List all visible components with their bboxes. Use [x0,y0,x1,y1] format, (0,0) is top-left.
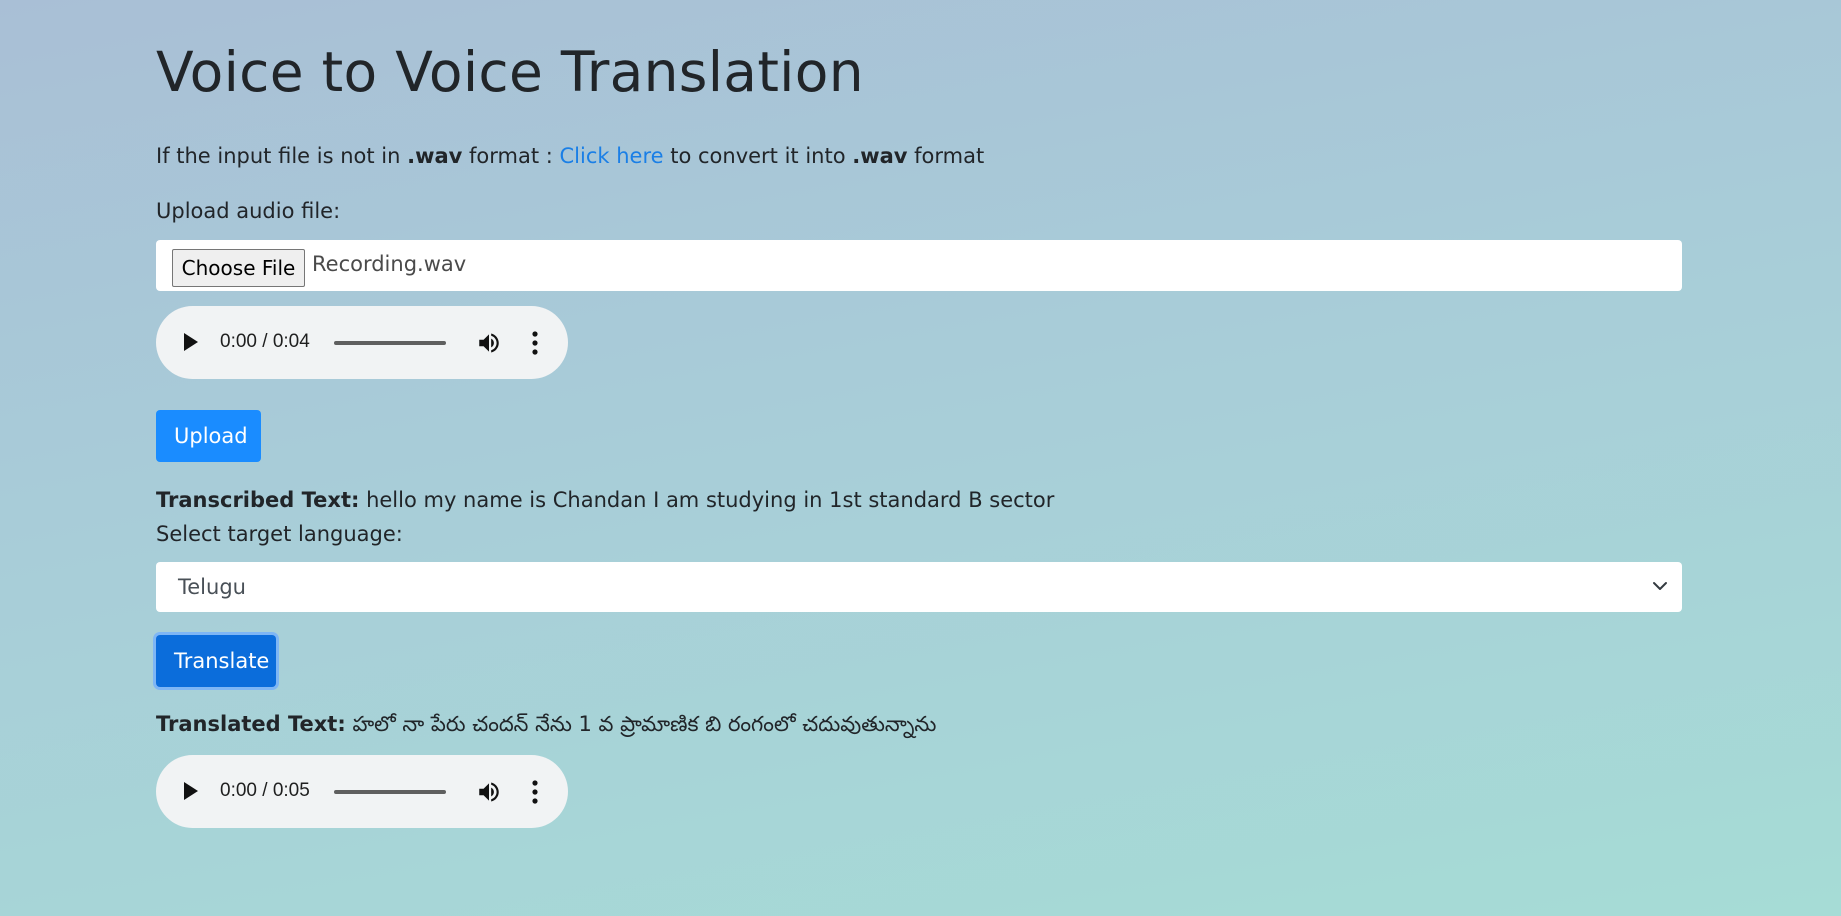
language-select[interactable]: Telugu [156,562,1682,612]
translate-button[interactable]: Translate [156,635,276,687]
volume-icon[interactable] [476,330,502,356]
info-prefix: If the input file is not in [156,144,408,168]
info-format-2: .wav [852,144,908,168]
translation-text: హలో నా పేరు చందన్ నేను 1 వ ప్రామాణిక బి … [352,712,937,736]
format-info: If the input file is not in .wav format … [156,144,984,168]
page-title: Voice to Voice Translation [156,40,864,104]
upload-label: Upload audio file: [156,199,341,223]
info-suffix: format [907,144,985,168]
more-vertical-icon[interactable] [530,779,540,805]
translation-row: Translated Text: హలో నా పేరు చందన్ నేను … [156,712,936,742]
info-after-link: to convert it into [663,144,853,168]
convert-link[interactable]: Click here [560,144,664,168]
chevron-down-icon [1653,582,1667,590]
info-format-1: .wav [407,144,463,168]
selected-file-name: Recording.wav [312,252,467,276]
play-icon[interactable] [184,333,198,351]
transcription-text: hello my name is Chandan I am studying i… [366,488,1055,512]
volume-icon[interactable] [476,779,502,805]
language-selected-value: Telugu [178,575,246,599]
audio-time: 0:00 / 0:05 [220,780,310,801]
translation-label: Translated Text: [156,712,346,736]
audio-time: 0:00 / 0:04 [220,331,310,352]
input-audio-player[interactable]: 0:00 / 0:04 [156,306,568,379]
choose-file-button[interactable]: Choose File [172,249,305,287]
language-label: Select target language: [156,522,403,546]
play-icon[interactable] [184,782,198,800]
more-vertical-icon[interactable] [530,330,540,356]
transcription-label: Transcribed Text: [156,488,360,512]
seek-bar[interactable] [334,341,446,345]
seek-bar[interactable] [334,790,446,794]
upload-button[interactable]: Upload [156,410,261,462]
output-audio-player[interactable]: 0:00 / 0:05 [156,755,568,828]
info-middle: format : [462,144,560,168]
transcription-row: Transcribed Text: hello my name is Chand… [156,488,1054,512]
file-input[interactable]: Choose File Recording.wav [156,240,1682,291]
